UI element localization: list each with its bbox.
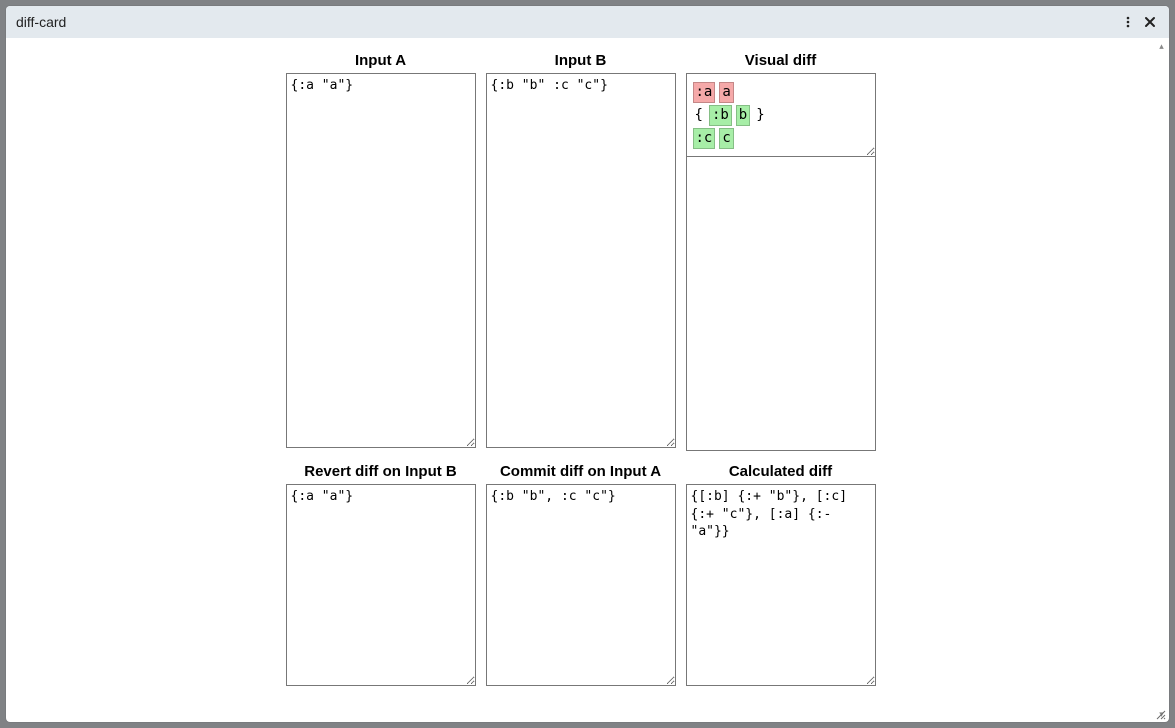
visual-diff-box: :aa{:bb}:cc xyxy=(686,73,876,157)
vertical-scrollbar[interactable]: ▴ ▾ xyxy=(1155,38,1169,722)
visual-diff-label: Visual diff xyxy=(745,52,816,69)
brace: { xyxy=(693,106,705,125)
diff-key: :b xyxy=(709,105,732,126)
input-b-textarea[interactable] xyxy=(486,73,676,448)
scroll-up-icon[interactable]: ▴ xyxy=(1156,40,1167,52)
kebab-menu-icon[interactable] xyxy=(1117,11,1139,33)
brace: } xyxy=(754,106,766,125)
commit-label: Commit diff on Input A xyxy=(500,463,661,480)
diff-row: :cc xyxy=(693,128,869,149)
content-area: Input A Input B Visual diff :aa{:bb}:cc xyxy=(6,38,1155,722)
diff-key: :c xyxy=(693,128,716,149)
revert-textarea[interactable] xyxy=(286,484,476,686)
diff-key: :a xyxy=(693,82,716,103)
diff-val: b xyxy=(736,105,750,126)
diff-row: {:bb} xyxy=(693,105,869,126)
window: diff-card Input A Input B Visual dif xyxy=(6,6,1169,722)
titlebar: diff-card xyxy=(6,6,1169,38)
input-a-label: Input A xyxy=(355,52,406,69)
input-b-label: Input B xyxy=(555,52,607,69)
input-a-textarea[interactable] xyxy=(286,73,476,448)
diff-val: c xyxy=(719,128,733,149)
window-title: diff-card xyxy=(16,14,66,30)
diff-row: :aa xyxy=(693,82,869,103)
resize-handle-icon[interactable] xyxy=(1155,708,1167,720)
calculated-textarea[interactable] xyxy=(686,484,876,686)
diff-val: a xyxy=(719,82,733,103)
calculated-label: Calculated diff xyxy=(729,463,832,480)
close-icon[interactable] xyxy=(1139,11,1161,33)
commit-textarea[interactable] xyxy=(486,484,676,686)
visual-diff-empty xyxy=(686,157,876,451)
revert-label: Revert diff on Input B xyxy=(304,463,457,480)
